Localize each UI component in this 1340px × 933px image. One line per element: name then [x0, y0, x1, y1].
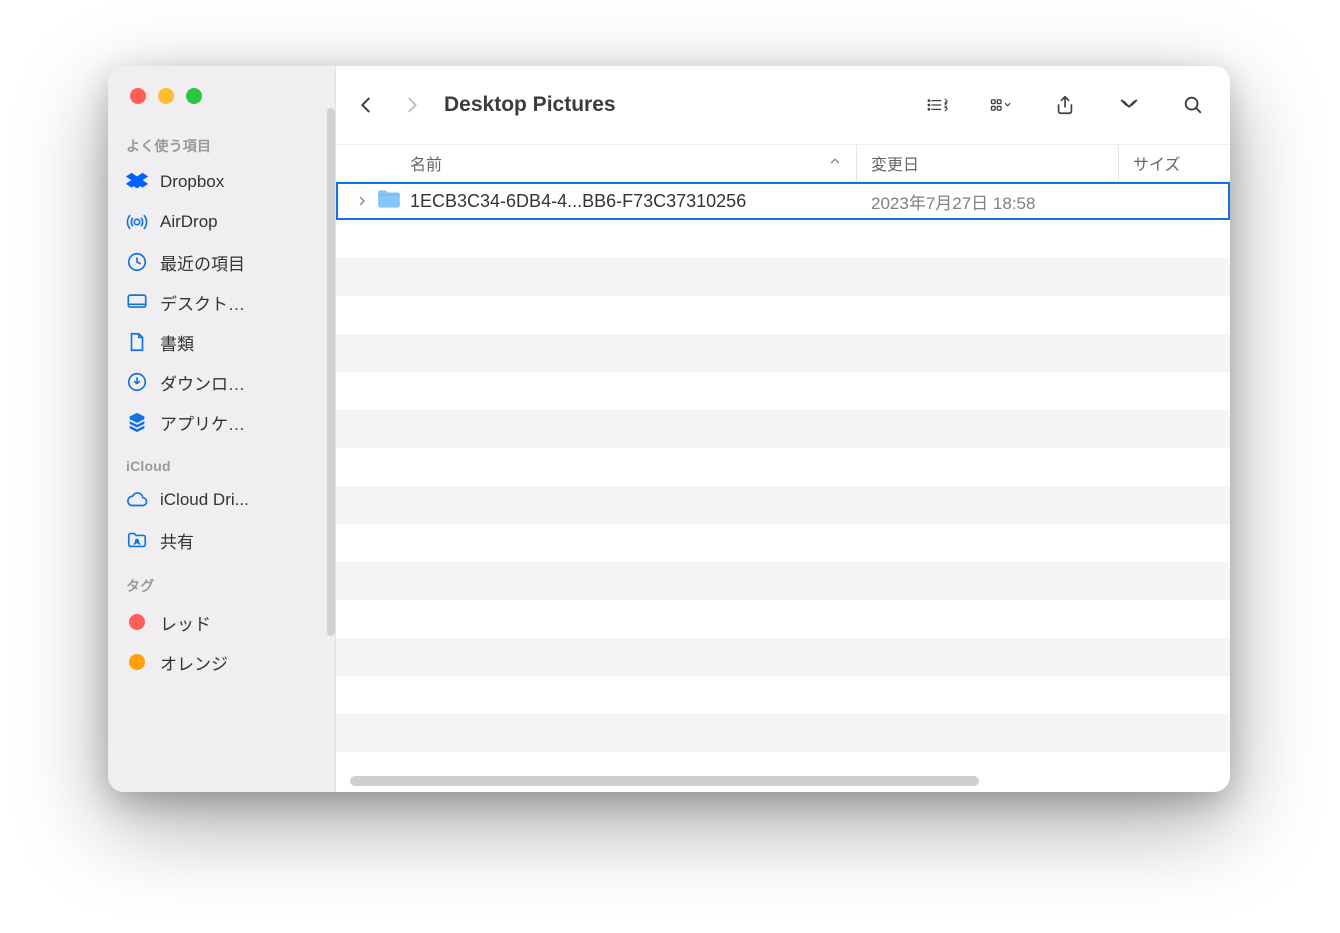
file-row-size-cell: [1119, 182, 1230, 220]
empty-row: [336, 220, 1230, 258]
file-name: 1ECB3C34-6DB4-4...BB6-F73C37310256: [410, 191, 857, 212]
more-button[interactable]: [1114, 85, 1144, 125]
sidebar-section-icloud: iCloud: [108, 442, 335, 480]
empty-row: [336, 714, 1230, 752]
sidebar-item-documents[interactable]: 書類: [108, 322, 335, 362]
sidebar-item-shared[interactable]: 共有: [108, 520, 335, 560]
sidebar-content: よく使う項目 Dropbox AirDrop 最近の項目: [108, 124, 335, 792]
empty-row: [336, 334, 1230, 372]
sidebar-item-applications[interactable]: アプリケ…: [108, 402, 335, 442]
back-button[interactable]: [346, 85, 386, 125]
column-label-size: サイズ: [1133, 151, 1181, 175]
column-label-date: 変更日: [871, 151, 919, 175]
column-label-name: 名前: [410, 151, 442, 175]
sort-ascending-icon: [828, 154, 842, 173]
desktop-icon: [126, 291, 148, 313]
disclosure-triangle-icon[interactable]: [356, 195, 368, 207]
sidebar-item-label: 書類: [160, 330, 194, 355]
traffic-lights: [108, 66, 335, 124]
toolbar-right: [922, 85, 1212, 125]
sidebar-item-label: ダウンロ…: [160, 370, 245, 395]
empty-row: [336, 410, 1230, 448]
horizontal-scrollbar[interactable]: [346, 776, 1220, 786]
sidebar-item-desktop[interactable]: デスクト…: [108, 282, 335, 322]
shared-folder-icon: [126, 529, 148, 551]
column-header-name[interactable]: 名前: [336, 145, 857, 181]
column-header-size[interactable]: サイズ: [1119, 145, 1230, 181]
tag-red-icon: [126, 611, 148, 633]
sidebar-item-tag-orange[interactable]: オレンジ: [108, 642, 335, 682]
minimize-button[interactable]: [158, 88, 174, 104]
close-button[interactable]: [130, 88, 146, 104]
downloads-icon: [126, 371, 148, 393]
forward-button[interactable]: [392, 85, 432, 125]
recents-icon: [126, 251, 148, 273]
column-header: 名前 変更日 サイズ: [336, 144, 1230, 182]
empty-row: [336, 372, 1230, 410]
sidebar-item-label: オレンジ: [160, 650, 228, 675]
sidebar-item-label: Dropbox: [160, 172, 224, 192]
empty-row: [336, 258, 1230, 296]
file-row[interactable]: 1ECB3C34-6DB4-4...BB6-F73C37310256 2023年…: [336, 182, 1230, 220]
sidebar-item-label: 最近の項目: [160, 250, 245, 275]
file-list[interactable]: 1ECB3C34-6DB4-4...BB6-F73C37310256 2023年…: [336, 182, 1230, 792]
sidebar-item-label: レッド: [160, 610, 211, 635]
sidebar-item-icloud-drive[interactable]: iCloud Dri...: [108, 480, 335, 520]
group-button[interactable]: [986, 85, 1016, 125]
sidebar-section-tags: タグ: [108, 560, 335, 602]
sidebar-item-dropbox[interactable]: Dropbox: [108, 162, 335, 202]
sidebar-item-recents[interactable]: 最近の項目: [108, 242, 335, 282]
file-row-date-cell: 2023年7月27日 18:58: [857, 182, 1119, 220]
toolbar: Desktop Pictures: [336, 66, 1230, 144]
empty-row: [336, 600, 1230, 638]
dropbox-icon: [126, 171, 148, 193]
scrollbar-thumb[interactable]: [350, 776, 979, 786]
sidebar-scrollbar[interactable]: [327, 108, 335, 636]
window-title: Desktop Pictures: [438, 93, 630, 117]
apps-icon: [126, 411, 148, 433]
column-header-date[interactable]: 変更日: [857, 145, 1119, 181]
empty-row: [336, 562, 1230, 600]
fullscreen-button[interactable]: [186, 88, 202, 104]
empty-row: [336, 638, 1230, 676]
cloud-icon: [126, 489, 148, 511]
sidebar-item-label: アプリケ…: [160, 410, 245, 435]
empty-row: [336, 676, 1230, 714]
empty-row: [336, 296, 1230, 334]
empty-row: [336, 524, 1230, 562]
documents-icon: [126, 331, 148, 353]
sidebar-item-downloads[interactable]: ダウンロ…: [108, 362, 335, 402]
sidebar-item-label: 共有: [160, 528, 194, 553]
sidebar-item-label: AirDrop: [160, 212, 218, 232]
sidebar-item-label: iCloud Dri...: [160, 490, 249, 510]
sidebar-item-tag-red[interactable]: レッド: [108, 602, 335, 642]
sidebar-section-favorites: よく使う項目: [108, 130, 335, 162]
tag-orange-icon: [126, 651, 148, 673]
empty-row: [336, 486, 1230, 524]
sidebar-item-label: デスクト…: [160, 290, 245, 315]
airdrop-icon: [126, 211, 148, 233]
search-button[interactable]: [1178, 85, 1208, 125]
empty-row: [336, 448, 1230, 486]
view-mode-button[interactable]: [922, 85, 952, 125]
share-button[interactable]: [1050, 85, 1080, 125]
folder-icon: [376, 188, 402, 215]
main-area: Desktop Pictures: [336, 66, 1230, 792]
file-modified: 2023年7月27日 18:58: [871, 189, 1035, 214]
sidebar-item-airdrop[interactable]: AirDrop: [108, 202, 335, 242]
file-row-name-cell: 1ECB3C34-6DB4-4...BB6-F73C37310256: [336, 182, 857, 220]
sidebar: よく使う項目 Dropbox AirDrop 最近の項目: [108, 66, 336, 792]
finder-window: よく使う項目 Dropbox AirDrop 最近の項目: [108, 66, 1230, 792]
